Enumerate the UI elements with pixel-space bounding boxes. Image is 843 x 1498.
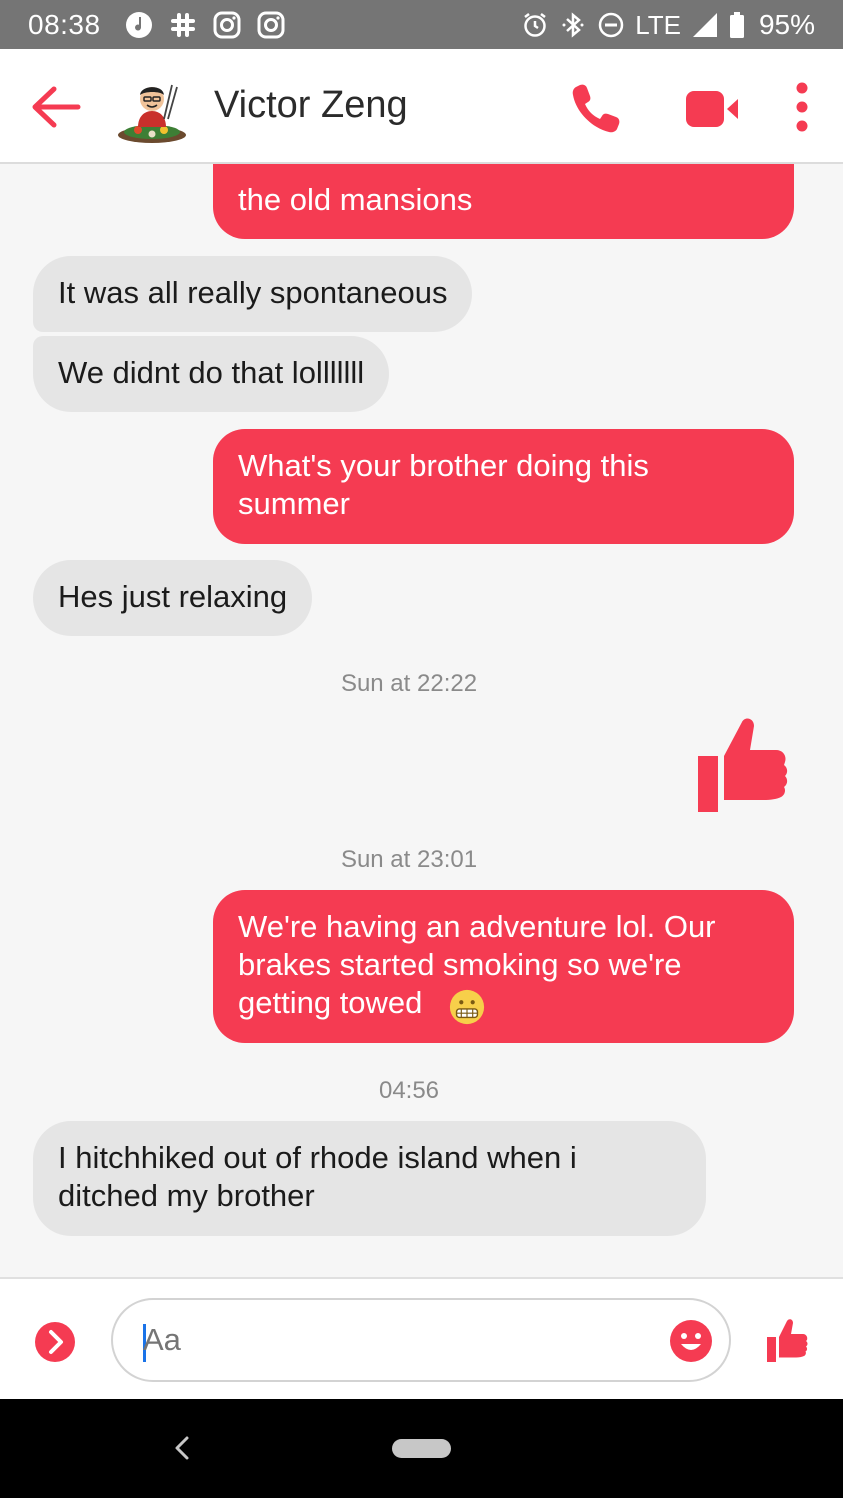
nav-back-icon[interactable] xyxy=(170,1434,194,1462)
contact-name[interactable]: Victor Zeng xyxy=(214,84,408,127)
video-call-icon[interactable] xyxy=(684,89,740,129)
message-input-box[interactable] xyxy=(111,1298,731,1382)
timestamp: Sun at 23:01 xyxy=(340,846,478,873)
slack-icon xyxy=(171,13,195,37)
status-time: 08:38 xyxy=(28,9,101,40)
system-nav-bar xyxy=(0,1399,843,1498)
timestamp: Sun at 22:22 xyxy=(340,670,478,697)
instagram-icon xyxy=(257,11,285,39)
message-text: What's your brother doing this summer xyxy=(238,448,649,521)
timestamp: 04:56 xyxy=(378,1077,440,1104)
message-text: We didnt do that lolllllll xyxy=(58,355,365,390)
message-composer xyxy=(0,1277,843,1399)
outgoing-message[interactable]: Newport we went to see some of the old m… xyxy=(213,164,794,239)
incoming-message[interactable]: We didnt do that lolllllll xyxy=(33,336,390,412)
incoming-message[interactable]: I hitchhiked out of rhode island when i … xyxy=(33,1121,706,1236)
alarm-icon xyxy=(524,13,546,37)
battery-icon xyxy=(729,12,744,38)
nav-home-pill[interactable] xyxy=(392,1439,451,1458)
system-status: LTE 95% xyxy=(521,9,815,41)
expand-actions-icon[interactable] xyxy=(34,1321,76,1363)
grimacing-emoji-icon xyxy=(449,989,485,1025)
message-text: the old mansions xyxy=(238,182,473,217)
thumbs-up-icon[interactable] xyxy=(694,714,790,814)
message-list[interactable]: Newport we went to see some of the old m… xyxy=(0,164,843,1277)
notification-icons xyxy=(124,10,286,40)
incoming-message[interactable]: Hes just relaxing xyxy=(33,560,313,636)
avatar[interactable] xyxy=(114,75,190,145)
network-type: LTE xyxy=(635,9,681,40)
incoming-message[interactable]: It was all really spontaneous xyxy=(33,256,473,332)
do-not-disturb-icon xyxy=(598,12,624,38)
message-input[interactable] xyxy=(143,1322,643,1358)
music-icon xyxy=(126,12,152,38)
conversation-header: Victor Zeng xyxy=(0,49,843,164)
outgoing-message[interactable]: We're having an adventure lol. Our brake… xyxy=(213,890,794,1043)
phone-call-icon[interactable] xyxy=(568,81,622,135)
signal-icon xyxy=(692,13,717,37)
message-text: Hes just relaxing xyxy=(58,579,288,614)
battery-percent: 95% xyxy=(758,9,815,40)
emoji-icon[interactable] xyxy=(669,1319,713,1363)
more-options-icon[interactable] xyxy=(790,81,814,133)
bluetooth-icon xyxy=(562,12,584,38)
message-text: I hitchhiked out of rhode island when i … xyxy=(58,1140,577,1213)
back-arrow-icon[interactable] xyxy=(30,84,82,130)
status-bar: 08:38 LTE 95% xyxy=(0,0,843,49)
message-text: It was all really spontaneous xyxy=(58,275,448,310)
instagram-icon xyxy=(213,11,241,39)
thumbs-up-icon[interactable] xyxy=(765,1317,811,1363)
outgoing-message[interactable]: What's your brother doing this summer xyxy=(213,429,794,544)
